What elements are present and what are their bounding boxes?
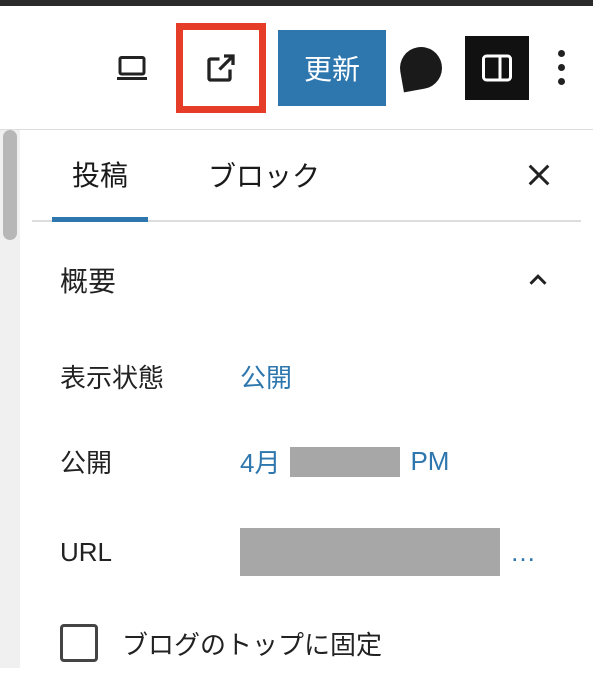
url-label: URL	[60, 537, 240, 568]
publish-month: 4月	[240, 443, 280, 480]
settings-sidebar-toggle[interactable]	[465, 36, 529, 100]
settings-panel: 投稿 ブロック 概要 表示状態 公開 公開 4月	[20, 130, 593, 668]
close-panel-button[interactable]	[517, 153, 561, 197]
kebab-dot-icon	[558, 78, 565, 85]
visibility-label: 表示状態	[60, 358, 240, 395]
editor-toolbar: 更新	[0, 6, 593, 130]
jetpack-button[interactable]	[389, 36, 453, 100]
stick-to-top-checkbox[interactable]	[60, 624, 98, 662]
redacted-date	[290, 447, 400, 477]
publish-label: 公開	[60, 443, 240, 480]
summary-section-body: 表示状態 公開 公開 4月 PM URL … ブログ	[32, 324, 581, 696]
summary-title: 概要	[60, 260, 116, 300]
chevron-up-icon	[523, 265, 553, 295]
tab-block[interactable]: ブロック	[188, 129, 340, 221]
tab-post[interactable]: 投稿	[52, 130, 148, 222]
stick-to-top-label: ブログのトップに固定	[122, 625, 382, 662]
close-icon	[523, 159, 555, 191]
url-value[interactable]: …	[240, 528, 536, 576]
url-ellipsis: …	[510, 537, 536, 568]
settings-tabs: 投稿 ブロック	[32, 130, 581, 222]
redacted-url	[240, 528, 500, 576]
summary-section-toggle[interactable]: 概要	[32, 222, 581, 324]
jetpack-icon	[397, 43, 446, 92]
url-row: URL …	[60, 504, 553, 600]
publish-row: 公開 4月 PM	[60, 419, 553, 504]
scrollbar-track[interactable]	[0, 130, 20, 668]
device-preview-button[interactable]	[100, 36, 164, 100]
scrollbar-thumb[interactable]	[3, 130, 17, 240]
publish-value[interactable]: 4月 PM	[240, 443, 449, 480]
external-link-icon	[203, 50, 239, 86]
laptop-icon	[114, 50, 150, 86]
publish-suffix: PM	[410, 446, 449, 477]
sidebar-icon	[479, 50, 515, 86]
annotation-highlight	[176, 23, 266, 113]
more-options-button[interactable]	[541, 38, 581, 98]
visibility-row: 表示状態 公開	[60, 334, 553, 419]
toolbar-left-group: 更新	[100, 23, 386, 113]
update-button[interactable]: 更新	[278, 30, 386, 106]
visibility-value[interactable]: 公開	[240, 358, 292, 395]
kebab-dot-icon	[558, 64, 565, 71]
panel-container: 投稿 ブロック 概要 表示状態 公開 公開 4月	[0, 130, 593, 668]
kebab-dot-icon	[558, 50, 565, 57]
stick-to-top-row: ブログのトップに固定	[60, 600, 553, 686]
view-post-button[interactable]	[189, 36, 253, 100]
